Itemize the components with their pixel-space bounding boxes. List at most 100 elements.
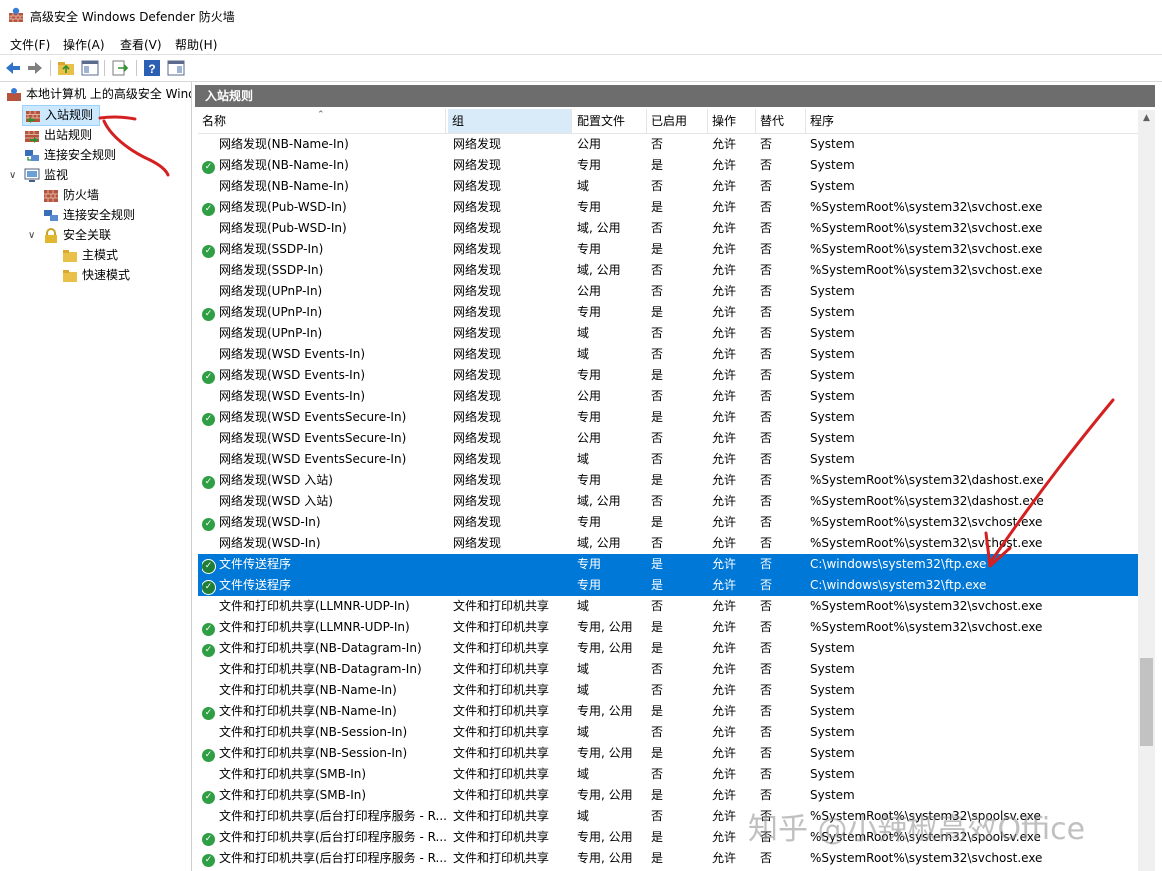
scroll-up-arrow-icon[interactable]: ▲: [1138, 110, 1155, 127]
column-header-name[interactable]: ⌃ 名称: [198, 109, 446, 133]
cell-name: 文件和打印机共享(NB-Datagram-In): [219, 662, 422, 676]
menu-file[interactable]: 文件(F): [10, 36, 50, 53]
rule-status-cell: ✓: [202, 785, 218, 806]
table-row[interactable]: 网络发现(UPnP-In) 网络发现 公用 否 允许 否 System: [198, 281, 1138, 302]
table-row[interactable]: 网络发现(Pub-WSD-In) 网络发现 域, 公用 否 允许 否 %SystemRoot…: [198, 218, 1138, 239]
cell-action: 允许: [712, 662, 737, 676]
cell-override: 否: [760, 662, 773, 676]
cell-group: 网络发现: [453, 221, 502, 235]
table-row[interactable]: 网络发现(WSD Events-In) 网络发现 域 否 允许 否 System: [198, 344, 1138, 365]
cell-program: System: [810, 389, 855, 403]
table-row[interactable]: ✓ 文件和打印机共享(后台打印程序服务 - R... 文件和打印机共享 专用, 公用 是…: [198, 848, 1138, 869]
table-row[interactable]: ✓ 网络发现(Pub-WSD-In) 网络发现 专用 是 允许 否 %SystemRoot%\…: [198, 197, 1138, 218]
table-row[interactable]: 文件和打印机共享(NB-Datagram-In) 文件和打印机共享 域 否 允许 否 Sys…: [198, 659, 1138, 680]
cell-override: 否: [760, 473, 773, 487]
table-row[interactable]: ✓ 文件传送程序 专用 是 允许 否 C:\windows\system32\ftp.exe: [198, 575, 1138, 596]
table-row[interactable]: 网络发现(WSD Events-In) 网络发现 公用 否 允许 否 System: [198, 386, 1138, 407]
table-row[interactable]: ✓ 文件和打印机共享(NB-Session-In) 文件和打印机共享 专用, 公用 是 允…: [198, 743, 1138, 764]
table-row[interactable]: 文件和打印机共享(SMB-In) 文件和打印机共享 域 否 允许 否 System: [198, 764, 1138, 785]
table-row[interactable]: 网络发现(NB-Name-In) 网络发现 公用 否 允许 否 System: [198, 134, 1138, 155]
table-row[interactable]: ✓ 网络发现(WSD EventsSecure-In) 网络发现 专用 是 允许 否 Syst…: [198, 407, 1138, 428]
table-row[interactable]: ✓ 文件和打印机共享(LLMNR-UDP-In) 文件和打印机共享 专用, 公用 是 允许…: [198, 617, 1138, 638]
table-row[interactable]: 文件和打印机共享(NB-Session-In) 文件和打印机共享 域 否 允许 否 Syst…: [198, 722, 1138, 743]
cell-override: 否: [760, 767, 773, 781]
rule-status-cell: ✓: [202, 848, 218, 869]
table-row[interactable]: 网络发现(WSD EventsSecure-In) 网络发现 公用 否 允许 否 Syste…: [198, 428, 1138, 449]
cell-enabled: 否: [651, 221, 664, 235]
table-row[interactable]: ✓ 网络发现(UPnP-In) 网络发现 专用 是 允许 否 System: [198, 302, 1138, 323]
cell-enabled: 是: [651, 746, 664, 760]
cell-action: 允许: [712, 452, 737, 466]
rule-status-cell: ✓: [202, 554, 218, 575]
table-row[interactable]: 网络发现(WSD 入站) 网络发现 域, 公用 否 允许 否 %SystemRoot%\sy…: [198, 491, 1138, 512]
scroll-thumb[interactable]: [1140, 658, 1153, 746]
table-row[interactable]: ✓ 文件和打印机共享(SMB-In) 文件和打印机共享 专用, 公用 是 允许 否 Syste…: [198, 785, 1138, 806]
cell-group: 网络发现: [453, 515, 502, 529]
table-row[interactable]: 文件和打印机共享(LLMNR-UDP-In) 文件和打印机共享 域 否 允许 否 %Syst…: [198, 596, 1138, 617]
cell-action: 允许: [712, 263, 737, 277]
enabled-check-icon: ✓: [202, 476, 215, 489]
column-header-override[interactable]: 替代: [756, 109, 806, 133]
rule-status-cell: ✓: [202, 365, 218, 386]
column-header-action[interactable]: 操作: [708, 109, 756, 133]
menu-view[interactable]: 查看(V): [120, 36, 162, 53]
table-row[interactable]: ✓ 网络发现(SSDP-In) 网络发现 专用 是 允许 否 %SystemRoot%\sys…: [198, 239, 1138, 260]
toolbar-separator: [50, 60, 51, 76]
rule-status-cell: ✓: [202, 407, 218, 428]
cell-profile: 专用: [577, 305, 602, 319]
table-row[interactable]: ✓ 网络发现(WSD-In) 网络发现 专用 是 允许 否 %SystemRoot%\syst…: [198, 512, 1138, 533]
cell-name: 网络发现(UPnP-In): [219, 326, 323, 340]
menu-help[interactable]: 帮助(H): [175, 36, 217, 53]
back-arrow-icon[interactable]: [4, 59, 22, 77]
table-row[interactable]: ✓ 网络发现(WSD Events-In) 网络发现 专用 是 允许 否 System: [198, 365, 1138, 386]
cell-override: 否: [760, 368, 773, 382]
column-header-group[interactable]: 组: [448, 109, 572, 133]
chevron-down-icon[interactable]: ∨: [9, 170, 16, 181]
table-row[interactable]: ✓ 网络发现(NB-Name-In) 网络发现 专用 是 允许 否 System: [198, 155, 1138, 176]
toolbar-separator: [104, 60, 105, 76]
table-row[interactable]: 文件和打印机共享(NB-Name-In) 文件和打印机共享 域 否 允许 否 System: [198, 680, 1138, 701]
cell-name: 文件和打印机共享(NB-Session-In): [219, 746, 408, 760]
cell-action: 允许: [712, 767, 737, 781]
cell-profile: 公用: [577, 389, 602, 403]
forward-arrow-icon[interactable]: [26, 59, 44, 77]
cell-name: 文件和打印机共享(NB-Name-In): [219, 683, 397, 697]
help-icon[interactable]: ?: [143, 59, 161, 77]
table-row[interactable]: 网络发现(WSD-In) 网络发现 域, 公用 否 允许 否 %SystemRoot%\sy…: [198, 533, 1138, 554]
table-row[interactable]: ✓ 网络发现(WSD 入站) 网络发现 专用 是 允许 否 %SystemRoot%\syst…: [198, 470, 1138, 491]
cell-name: 网络发现(WSD 入站): [219, 473, 333, 487]
tree-root[interactable]: 本地计算机 上的高级安全 Wind: [6, 85, 191, 104]
cell-name: 网络发现(UPnP-In): [219, 305, 323, 319]
cell-profile: 专用, 公用: [577, 704, 633, 718]
connection-security-icon: [44, 210, 58, 221]
column-header-profile[interactable]: 配置文件: [573, 109, 647, 133]
table-row[interactable]: ✓ 文件和打印机共享(NB-Datagram-In) 文件和打印机共享 专用, 公用 是…: [198, 638, 1138, 659]
table-row[interactable]: 网络发现(WSD EventsSecure-In) 网络发现 域 否 允许 否 System: [198, 449, 1138, 470]
column-header-program[interactable]: 程序: [806, 109, 1138, 133]
cell-override: 否: [760, 620, 773, 634]
cell-action: 允许: [712, 431, 737, 445]
cell-enabled: 否: [651, 137, 664, 151]
cell-override: 否: [760, 578, 773, 592]
cell-override: 否: [760, 851, 773, 865]
table-row[interactable]: 网络发现(SSDP-In) 网络发现 域, 公用 否 允许 否 %SystemRoot%\s…: [198, 260, 1138, 281]
vertical-scrollbar[interactable]: ▲: [1138, 110, 1155, 871]
table-row[interactable]: ✓ 文件和打印机共享(NB-Name-In) 文件和打印机共享 专用, 公用 是 允许 否 S…: [198, 701, 1138, 722]
menu-action[interactable]: 操作(A): [63, 36, 105, 53]
table-row[interactable]: 网络发现(NB-Name-In) 网络发现 域 否 允许 否 System: [198, 176, 1138, 197]
up-folder-icon[interactable]: [57, 59, 75, 77]
column-header-enabled[interactable]: 已启用: [647, 109, 708, 133]
cell-group: 文件和打印机共享: [453, 809, 550, 823]
cell-override: 否: [760, 788, 773, 802]
cell-profile: 专用, 公用: [577, 641, 633, 655]
chevron-down-icon[interactable]: ∨: [28, 230, 35, 241]
cell-name: 网络发现(WSD EventsSecure-In): [219, 431, 407, 445]
export-icon[interactable]: [111, 59, 129, 77]
table-row[interactable]: ✓ 文件传送程序 专用 是 允许 否 C:\windows\system32\ftp.exe: [198, 554, 1138, 575]
cell-enabled: 是: [651, 305, 664, 319]
tree-item-inbound-rules[interactable]: 入站规则: [22, 105, 100, 126]
show-tree-icon[interactable]: [81, 59, 99, 77]
table-row[interactable]: 网络发现(UPnP-In) 网络发现 域 否 允许 否 System: [198, 323, 1138, 344]
cell-group: 网络发现: [453, 431, 502, 445]
action-pane-icon[interactable]: [167, 59, 185, 77]
